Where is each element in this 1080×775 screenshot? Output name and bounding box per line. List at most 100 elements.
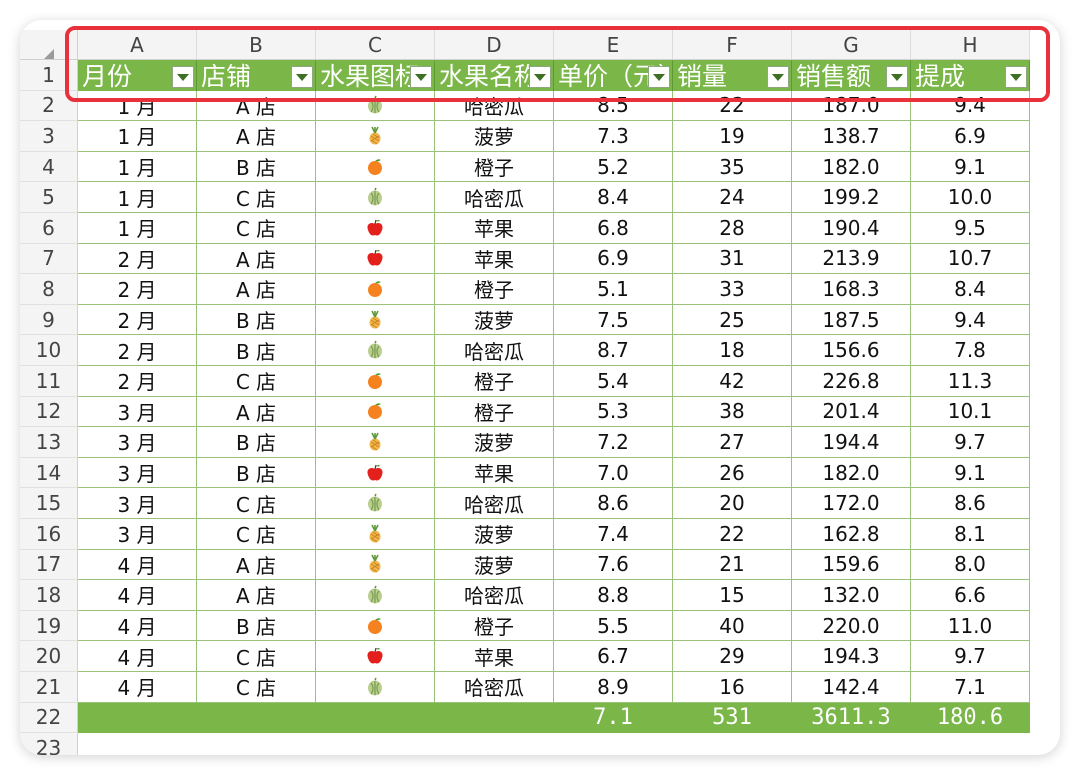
data-cell[interactable]: 10.1 <box>911 396 1030 428</box>
data-cell[interactable]: 11.3 <box>911 366 1030 397</box>
data-cell[interactable]: 187.5 <box>792 304 911 336</box>
data-cell[interactable]: 26 <box>673 457 792 489</box>
data-cell[interactable]: A 店 <box>197 90 316 122</box>
data-cell[interactable]: 10.7 <box>911 243 1030 275</box>
fruit-icon-cell[interactable] <box>316 457 435 489</box>
data-cell[interactable]: 142.4 <box>792 672 911 703</box>
data-cell[interactable]: 3 月 <box>78 488 197 519</box>
data-cell[interactable]: 27 <box>673 427 792 458</box>
data-cell[interactable]: 18 <box>673 335 792 366</box>
data-cell[interactable]: 38 <box>673 396 792 428</box>
data-cell[interactable]: A 店 <box>197 580 316 611</box>
row-header-10[interactable]: 10 <box>20 335 78 366</box>
data-cell[interactable]: 7.6 <box>554 549 673 581</box>
table-header-cell[interactable]: 销售额 <box>792 60 911 91</box>
data-cell[interactable]: C 店 <box>197 519 316 550</box>
row-header-8[interactable]: 8 <box>20 274 78 305</box>
data-cell[interactable]: 橙子 <box>435 610 554 642</box>
fruit-icon-cell[interactable] <box>316 366 435 397</box>
fruit-icon-cell[interactable] <box>316 427 435 458</box>
data-cell[interactable]: 5.2 <box>554 151 673 183</box>
data-cell[interactable]: 3 月 <box>78 519 197 550</box>
data-cell[interactable]: 哈密瓜 <box>435 182 554 213</box>
data-cell[interactable]: 226.8 <box>792 366 911 397</box>
data-cell[interactable]: 182.0 <box>792 151 911 183</box>
row-header-1[interactable]: 1 <box>20 60 78 91</box>
fruit-icon-cell[interactable] <box>316 182 435 213</box>
data-cell[interactable]: 9.4 <box>911 90 1030 122</box>
data-cell[interactable]: 159.6 <box>792 549 911 581</box>
fruit-icon-cell[interactable] <box>316 549 435 581</box>
row-header-21[interactable]: 21 <box>20 672 78 703</box>
data-cell[interactable]: 7.0 <box>554 457 673 489</box>
data-cell[interactable]: 菠萝 <box>435 519 554 550</box>
data-cell[interactable]: 190.4 <box>792 213 911 244</box>
data-cell[interactable]: 菠萝 <box>435 121 554 152</box>
data-cell[interactable]: 201.4 <box>792 396 911 428</box>
table-header-cell[interactable]: 水果图标 <box>316 60 435 91</box>
data-cell[interactable]: 4 月 <box>78 580 197 611</box>
table-header-cell[interactable]: 月份 <box>78 60 197 91</box>
data-cell[interactable]: 8.5 <box>554 90 673 122</box>
total-cell[interactable] <box>197 702 316 734</box>
fruit-icon-cell[interactable] <box>316 641 435 672</box>
column-header-g[interactable]: G <box>792 30 911 60</box>
data-cell[interactable]: 哈密瓜 <box>435 580 554 611</box>
column-header-h[interactable]: H <box>911 30 1030 60</box>
data-cell[interactable]: 31 <box>673 243 792 275</box>
data-cell[interactable]: 20 <box>673 488 792 519</box>
data-cell[interactable]: 9.1 <box>911 457 1030 489</box>
fruit-icon-cell[interactable] <box>316 304 435 336</box>
data-cell[interactable]: 8.1 <box>911 519 1030 550</box>
data-cell[interactable]: B 店 <box>197 335 316 366</box>
row-header-15[interactable]: 15 <box>20 488 78 519</box>
data-cell[interactable]: 哈密瓜 <box>435 672 554 703</box>
row-header-16[interactable]: 16 <box>20 519 78 550</box>
data-cell[interactable]: 2 月 <box>78 243 197 275</box>
fruit-icon-cell[interactable] <box>316 151 435 183</box>
data-cell[interactable]: 194.3 <box>792 641 911 672</box>
data-cell[interactable]: 8.7 <box>554 335 673 366</box>
data-cell[interactable]: 1 月 <box>78 151 197 183</box>
data-cell[interactable]: 19 <box>673 121 792 152</box>
data-cell[interactable]: 1 月 <box>78 90 197 122</box>
data-cell[interactable]: 苹果 <box>435 243 554 275</box>
data-cell[interactable]: B 店 <box>197 427 316 458</box>
data-cell[interactable]: 1 月 <box>78 213 197 244</box>
data-cell[interactable]: 菠萝 <box>435 304 554 336</box>
data-cell[interactable]: 哈密瓜 <box>435 488 554 519</box>
data-cell[interactable]: 8.8 <box>554 580 673 611</box>
table-header-cell[interactable]: 提成 <box>911 60 1030 91</box>
data-cell[interactable]: 28 <box>673 213 792 244</box>
fruit-icon-cell[interactable] <box>316 580 435 611</box>
data-cell[interactable]: 7.1 <box>911 672 1030 703</box>
data-cell[interactable]: 15 <box>673 580 792 611</box>
data-cell[interactable]: 8.4 <box>911 274 1030 305</box>
row-header-13[interactable]: 13 <box>20 427 78 458</box>
row-header-20[interactable]: 20 <box>20 641 78 672</box>
data-cell[interactable]: A 店 <box>197 243 316 275</box>
data-cell[interactable]: 9.5 <box>911 213 1030 244</box>
data-cell[interactable]: 9.1 <box>911 151 1030 183</box>
total-cell[interactable] <box>435 702 554 734</box>
data-cell[interactable]: 162.8 <box>792 519 911 550</box>
data-cell[interactable]: 35 <box>673 151 792 183</box>
filter-dropdown-button[interactable] <box>1005 66 1027 88</box>
data-cell[interactable]: 7.2 <box>554 427 673 458</box>
filter-dropdown-button[interactable] <box>410 66 432 88</box>
data-cell[interactable]: 3 月 <box>78 396 197 428</box>
column-header-f[interactable]: F <box>673 30 792 60</box>
data-cell[interactable]: B 店 <box>197 610 316 642</box>
data-cell[interactable]: 2 月 <box>78 366 197 397</box>
row-header-5[interactable]: 5 <box>20 182 78 213</box>
data-cell[interactable]: 4 月 <box>78 672 197 703</box>
fruit-icon-cell[interactable] <box>316 335 435 366</box>
data-cell[interactable]: 苹果 <box>435 457 554 489</box>
data-cell[interactable]: A 店 <box>197 549 316 581</box>
data-cell[interactable]: 4 月 <box>78 610 197 642</box>
data-cell[interactable]: C 店 <box>197 213 316 244</box>
row-header-17[interactable]: 17 <box>20 549 78 581</box>
data-cell[interactable]: 25 <box>673 304 792 336</box>
data-cell[interactable]: 橙子 <box>435 151 554 183</box>
data-cell[interactable]: 苹果 <box>435 641 554 672</box>
